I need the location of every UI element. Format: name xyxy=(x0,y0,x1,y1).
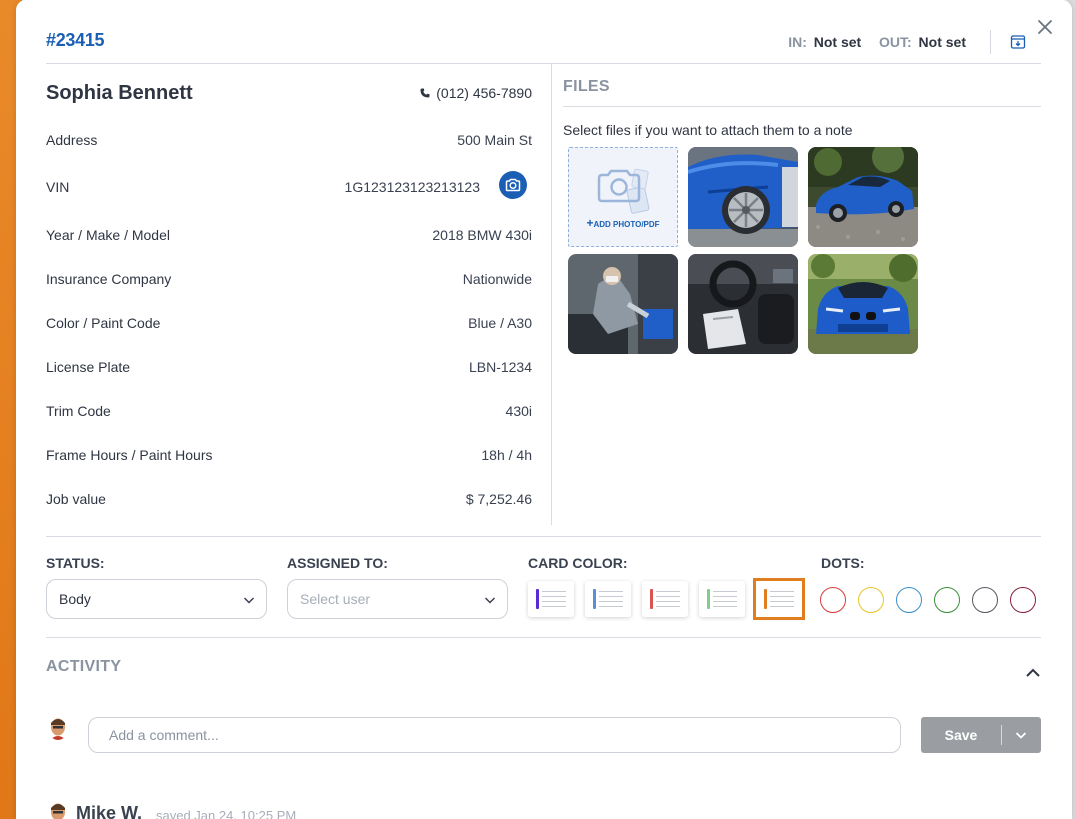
detail-label: Address xyxy=(46,132,98,148)
file-thumbnail[interactable] xyxy=(808,254,918,354)
close-icon[interactable] xyxy=(1036,18,1054,36)
detail-value: 500 Main St xyxy=(457,132,532,148)
camera-icon xyxy=(505,178,521,192)
detail-row-job-value: Job value $ 7,252.46 xyxy=(46,491,532,507)
activity-author[interactable]: Mike W. xyxy=(76,803,142,819)
detail-value: 430i xyxy=(505,403,532,419)
detail-label: Insurance Company xyxy=(46,271,172,287)
camera-placeholder-icon xyxy=(597,168,650,214)
car-interior-photo xyxy=(688,254,798,354)
dot-option[interactable] xyxy=(896,587,922,613)
detail-value: 1G123123123213123 xyxy=(344,179,480,195)
activity-timestamp: saved Jan 24, 10:25 PM xyxy=(156,808,297,819)
chevron-down-icon xyxy=(1015,732,1027,739)
detail-row-insurance: Insurance Company Nationwide xyxy=(46,271,532,287)
in-label: IN: xyxy=(788,34,807,50)
detail-value: Blue / A30 xyxy=(468,315,532,331)
detail-value: LBN-1234 xyxy=(468,359,532,375)
detail-row-vin: VIN 1G123123123213123 xyxy=(46,179,480,195)
detail-value: Nationwide xyxy=(462,271,532,287)
chevron-down-icon xyxy=(484,597,496,604)
save-button[interactable]: Save xyxy=(921,717,1041,753)
customer-phone[interactable]: (012) 456-7890 xyxy=(420,85,532,101)
files-title: FILES xyxy=(563,78,610,95)
add-photo-button[interactable]: +ADD PHOTO/PDF xyxy=(568,147,678,247)
out-label: OUT: xyxy=(878,34,912,50)
detail-label: Year / Make / Model xyxy=(46,227,170,243)
card-color-option[interactable] xyxy=(528,581,574,617)
card-color-label: CARD COLOR: xyxy=(528,555,628,571)
phone-icon xyxy=(420,88,430,98)
header-divider xyxy=(990,30,991,54)
detail-value: 2018 BMW 430i xyxy=(432,227,532,243)
detail-row-color: Color / Paint Code Blue / A30 xyxy=(46,315,532,331)
dot-option[interactable] xyxy=(858,587,884,613)
job-id: #23415 xyxy=(46,30,105,50)
save-options-button[interactable] xyxy=(1002,728,1040,742)
controls-separator xyxy=(46,536,1041,537)
status-value: Body xyxy=(59,591,91,607)
detail-label: Color / Paint Code xyxy=(46,315,161,331)
chevron-down-icon xyxy=(243,597,255,604)
detail-row-hours: Frame Hours / Paint Hours 18h / 4h xyxy=(46,447,532,463)
detail-row-trim: Trim Code 430i xyxy=(46,403,532,419)
car-side-photo xyxy=(808,147,918,247)
detail-value: 18h / 4h xyxy=(481,447,532,463)
detail-label: Trim Code xyxy=(46,403,111,419)
archive-icon[interactable] xyxy=(1010,34,1026,50)
save-label: Save xyxy=(944,727,978,743)
technician-photo xyxy=(568,254,678,354)
phone-number: (012) 456-7890 xyxy=(436,85,532,101)
out-value[interactable]: Not set xyxy=(919,34,966,50)
activity-separator xyxy=(46,637,1041,638)
activity-title: ACTIVITY xyxy=(46,658,122,675)
column-divider xyxy=(551,64,552,525)
dot-option[interactable] xyxy=(934,587,960,613)
status-label: STATUS: xyxy=(46,555,105,571)
file-thumbnail[interactable] xyxy=(688,147,798,247)
status-select[interactable]: Body xyxy=(46,579,267,619)
detail-label: License Plate xyxy=(46,359,131,375)
file-thumbnail[interactable] xyxy=(568,254,678,354)
dot-option[interactable] xyxy=(972,587,998,613)
avatar xyxy=(48,801,68,819)
customer-name: Sophia Bennett xyxy=(46,82,193,104)
header-separator xyxy=(46,63,1041,64)
assigned-placeholder: Select user xyxy=(300,591,371,607)
detail-row-vehicle: Year / Make / Model 2018 BMW 430i xyxy=(46,227,532,243)
add-photo-label: +ADD PHOTO/PDF xyxy=(586,216,660,230)
detail-label: Frame Hours / Paint Hours xyxy=(46,447,213,463)
card-color-option[interactable] xyxy=(642,581,688,617)
vin-scan-button[interactable] xyxy=(499,171,527,199)
assigned-label: ASSIGNED TO: xyxy=(287,555,388,571)
avatar xyxy=(48,716,68,740)
dot-option[interactable] xyxy=(1010,587,1036,613)
job-modal: #23415 IN: Not set OUT: Not set Sophia B… xyxy=(16,0,1072,819)
card-color-option[interactable] xyxy=(699,581,745,617)
card-color-option[interactable] xyxy=(585,581,631,617)
card-color-option[interactable] xyxy=(753,578,805,620)
detail-label: VIN xyxy=(46,179,70,195)
file-thumbnail[interactable] xyxy=(808,147,918,247)
dots-label: DOTS: xyxy=(821,555,865,571)
dot-option[interactable] xyxy=(820,587,846,613)
car-front-photo xyxy=(808,254,918,354)
in-value[interactable]: Not set xyxy=(814,34,861,50)
detail-row-address: Address 500 Main St xyxy=(46,132,532,148)
car-wheel-photo xyxy=(688,147,798,247)
file-thumbnail[interactable] xyxy=(688,254,798,354)
comment-input[interactable] xyxy=(88,717,901,753)
detail-row-plate: License Plate LBN-1234 xyxy=(46,359,532,375)
files-separator xyxy=(563,106,1041,107)
detail-label: Job value xyxy=(46,491,106,507)
assigned-select[interactable]: Select user xyxy=(287,579,508,619)
chevron-up-icon[interactable] xyxy=(1024,664,1042,682)
files-subtitle: Select files if you want to attach them … xyxy=(563,122,853,138)
in-out-status: IN: Not set OUT: Not set xyxy=(788,34,966,50)
detail-value: $ 7,252.46 xyxy=(465,491,532,507)
